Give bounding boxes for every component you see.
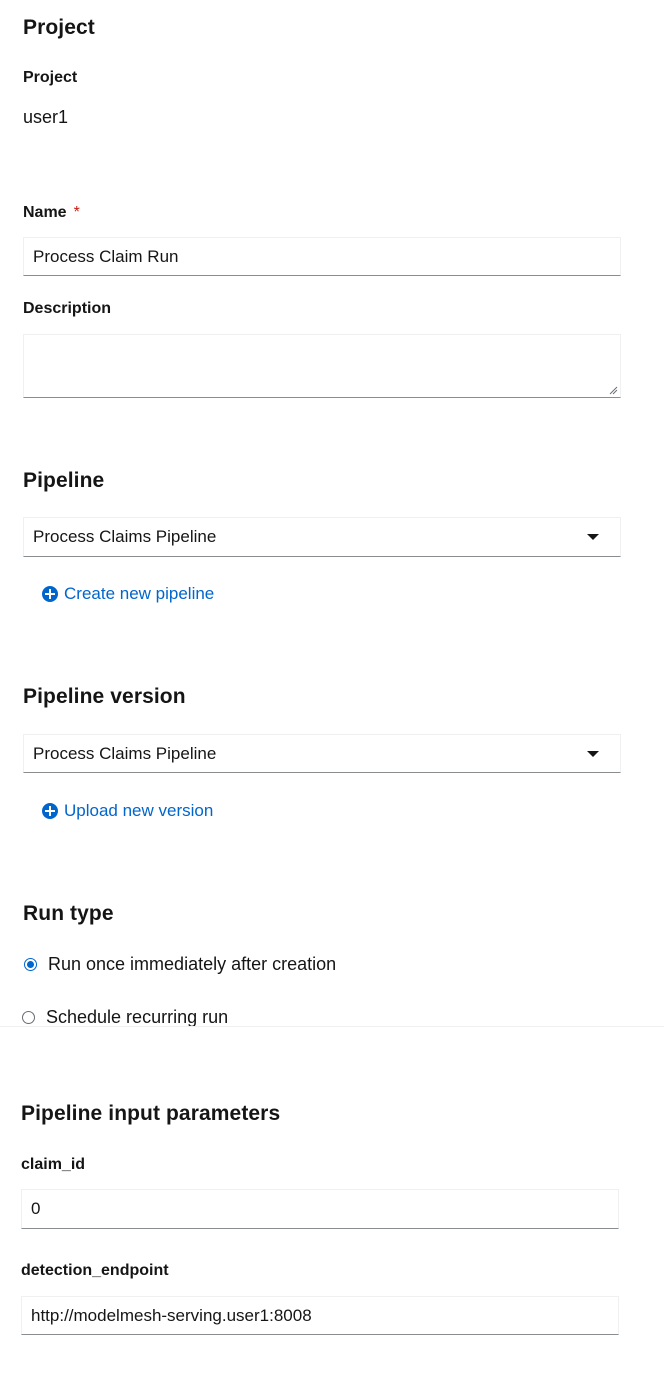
- run-once-label: Run once immediately after creation: [48, 954, 337, 974]
- name-input-value: Process Claim Run: [33, 246, 179, 266]
- radio-checked-icon[interactable]: [24, 958, 37, 971]
- pipeline-version-select[interactable]: Process Claims Pipeline: [23, 734, 621, 773]
- description-textarea[interactable]: [23, 334, 621, 398]
- create-new-pipeline-label: Create new pipeline: [64, 584, 215, 603]
- run-type-section-heading: Run type: [23, 902, 114, 925]
- claim-id-value: 0: [31, 1199, 41, 1218]
- schedule-recurring-label: Schedule recurring run: [46, 1007, 229, 1027]
- pipeline-version-section-heading: Pipeline version: [23, 685, 186, 708]
- required-indicator: *: [73, 204, 80, 221]
- name-input[interactable]: Process Claim Run: [23, 237, 621, 276]
- create-new-pipeline-link[interactable]: Create new pipeline: [42, 584, 214, 604]
- pipeline-select-value: Process Claims Pipeline: [33, 527, 217, 546]
- schedule-recurring-radio-option[interactable]: Schedule recurring run: [22, 1007, 228, 1028]
- pipeline-section-heading: Pipeline: [23, 469, 105, 492]
- plus-circle-icon: [42, 803, 58, 819]
- description-field-label: Description: [23, 300, 112, 317]
- section-divider: [0, 1026, 664, 1027]
- claim-id-label: claim_id: [21, 1156, 86, 1173]
- detection-endpoint-input[interactable]: http://modelmesh-serving.user1:8008: [21, 1296, 619, 1335]
- upload-new-version-label: Upload new version: [64, 801, 214, 820]
- plus-circle-icon: [42, 586, 58, 602]
- pipeline-version-select-value: Process Claims Pipeline: [33, 743, 217, 763]
- project-field-value: user1: [23, 107, 69, 127]
- resize-grip-icon[interactable]: [608, 385, 618, 395]
- detection-endpoint-value: http://modelmesh-serving.user1:8008: [31, 1305, 312, 1325]
- pipeline-select[interactable]: Process Claims Pipeline: [23, 517, 621, 557]
- project-field-label: Project: [23, 69, 78, 86]
- radio-unchecked-icon[interactable]: [22, 1011, 35, 1024]
- name-label-text: Name: [23, 204, 67, 221]
- project-section-heading: Project: [23, 16, 95, 39]
- detection-endpoint-label: detection_endpoint: [21, 1262, 169, 1279]
- input-params-section-heading: Pipeline input parameters: [21, 1102, 281, 1125]
- claim-id-input[interactable]: 0: [21, 1189, 619, 1229]
- caret-down-icon: [587, 750, 599, 757]
- caret-down-icon: [587, 534, 599, 540]
- upload-new-version-link[interactable]: Upload new version: [42, 801, 213, 821]
- name-field-label: Name *: [23, 204, 80, 222]
- run-once-radio-option[interactable]: Run once immediately after creation: [24, 954, 336, 975]
